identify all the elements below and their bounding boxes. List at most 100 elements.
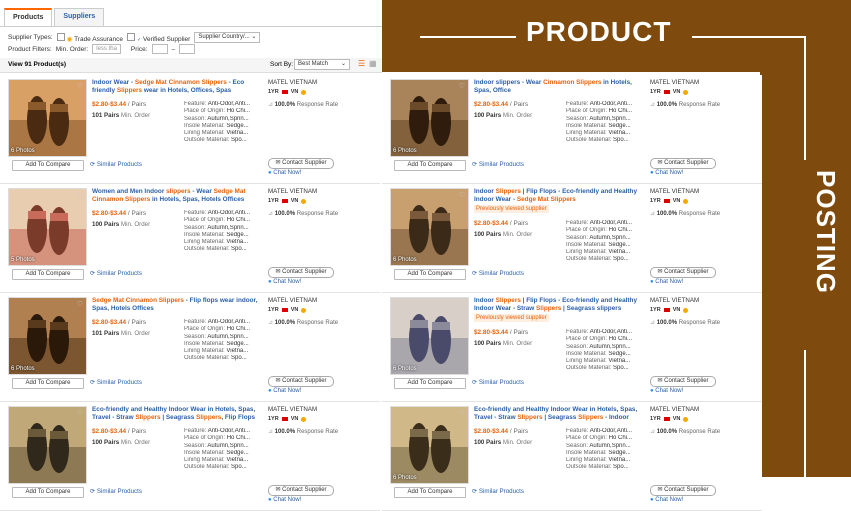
similar-products-link[interactable]: ⟳ Similar Products <box>90 161 142 168</box>
attr-label: Feature: <box>184 428 207 434</box>
years-badge: 1YR <box>268 307 279 313</box>
favorite-icon[interactable]: ♡ <box>77 82 83 90</box>
contact-supplier-label: Contact Supplier <box>664 378 709 384</box>
supplier-meta: 1YR VN <box>268 307 378 313</box>
supplier-name[interactable]: MATEL VIETNAM <box>268 79 378 86</box>
similar-products-link[interactable]: ⟳ Similar Products <box>90 379 142 386</box>
contact-supplier-button[interactable]: ✉ Contact Supplier <box>268 267 334 278</box>
chat-now-link[interactable]: ● Chat Now! <box>650 388 683 394</box>
favorite-icon[interactable]: ♡ <box>459 82 465 90</box>
similar-products-link[interactable]: ⟳ Similar Products <box>472 488 524 495</box>
supplier-name[interactable]: MATEL VIETNAM <box>268 188 378 195</box>
chat-now-link[interactable]: ● Chat Now! <box>268 279 301 285</box>
product-title[interactable]: Sedge Mat Cinnamon Slippers - Flip flops… <box>92 297 262 313</box>
attr-value: Anti-Odor,Anti... <box>589 329 633 335</box>
add-to-compare-button[interactable]: Add To Compare <box>12 378 84 389</box>
response-rate: ⊿ 100.0% Response Rate <box>650 319 760 326</box>
contact-supplier-button[interactable]: ✉ Contact Supplier <box>268 158 334 169</box>
similar-products-link[interactable]: ⟳ Similar Products <box>472 270 524 277</box>
chat-now-link[interactable]: ● Chat Now! <box>268 388 301 394</box>
attr-label: Feature: <box>566 428 589 434</box>
price-min-input[interactable] <box>151 44 168 54</box>
product-image[interactable]: 6 Photos ♡ <box>390 297 469 375</box>
price-value: $2.80-$3.44 <box>92 428 127 435</box>
product-title[interactable]: Eco-friendly and Healthy Indoor Wear in … <box>474 406 644 422</box>
product-image[interactable]: ♡ <box>8 406 87 484</box>
tab-products[interactable]: Products <box>4 8 53 26</box>
add-to-compare-button[interactable]: Add To Compare <box>12 487 84 498</box>
add-to-compare-button[interactable]: Add To Compare <box>12 160 84 171</box>
response-rate: ⊿ 100.0% Response Rate <box>268 319 378 326</box>
response-rate: ⊿ 100.0% Response Rate <box>268 428 378 435</box>
supplier-name[interactable]: MATEL VIETNAM <box>268 297 378 304</box>
contact-supplier-button[interactable]: ✉ Contact Supplier <box>268 485 334 496</box>
add-to-compare-button[interactable]: Add To Compare <box>394 269 466 280</box>
favorite-icon[interactable]: ♡ <box>77 409 83 417</box>
product-image[interactable]: 6 Photos ♡ <box>390 188 469 266</box>
favorite-icon[interactable]: ♡ <box>77 191 83 199</box>
product-title[interactable]: Indoor Wear - Sedge Mat Cinnamon Slipper… <box>92 79 262 95</box>
chat-now-link[interactable]: ● Chat Now! <box>650 170 683 176</box>
add-to-compare-button[interactable]: Add To Compare <box>394 160 466 171</box>
favorite-icon[interactable]: ♡ <box>459 300 465 308</box>
add-to-compare-button[interactable]: Add To Compare <box>12 269 84 280</box>
contact-supplier-button[interactable]: ✉ Contact Supplier <box>650 158 716 169</box>
similar-products-link[interactable]: ⟳ Similar Products <box>90 270 142 277</box>
favorite-icon[interactable]: ♡ <box>77 300 83 308</box>
chat-now-link[interactable]: ● Chat Now! <box>268 497 301 503</box>
chat-now-link[interactable]: ● Chat Now! <box>650 497 683 503</box>
mail-icon: ✉ <box>275 378 281 384</box>
min-order-input[interactable]: less tha <box>92 44 121 54</box>
similar-products-link[interactable]: ⟳ Similar Products <box>472 379 524 386</box>
contact-supplier-button[interactable]: ✉ Contact Supplier <box>268 376 334 387</box>
supplier-name[interactable]: MATEL VIETNAM <box>650 79 760 86</box>
trade-assurance-checkbox[interactable]: ◉ Trade Assurance <box>56 32 123 43</box>
supplier-name[interactable]: MATEL VIETNAM <box>650 406 760 413</box>
trade-assurance-icon <box>683 198 689 204</box>
chat-icon: ● <box>268 170 272 176</box>
supplier-meta: 1YR VN <box>650 89 760 95</box>
chat-now-link[interactable]: ● Chat Now! <box>268 170 301 176</box>
attr-value: Autumn,Sprin... <box>589 442 631 449</box>
product-image[interactable]: 6 Photos ♡ <box>390 79 469 157</box>
product-image[interactable]: 6 Photos ♡ <box>390 406 469 484</box>
product-title[interactable]: Indoor slippers - Wear Cinnamon Slippers… <box>474 79 644 95</box>
product-image[interactable]: 6 Photos ♡ <box>8 79 87 157</box>
favorite-icon[interactable]: ♡ <box>459 191 465 199</box>
supplier-name[interactable]: MATEL VIETNAM <box>268 406 378 413</box>
chat-now-label: Chat Now! <box>273 497 302 503</box>
years-badge: 1YR <box>268 416 279 422</box>
price-value: $2.80-$3.44 <box>92 319 127 326</box>
supplier-country-select[interactable]: Supplier Country/... ⌄ <box>194 32 261 43</box>
sort-by-select[interactable]: Best Match ⌄ <box>294 59 350 70</box>
attr-label: Outsole Material: <box>184 246 230 253</box>
similar-products-label: Similar Products <box>478 379 524 386</box>
favorite-icon[interactable]: ♡ <box>459 409 465 417</box>
chat-icon: ● <box>650 497 654 503</box>
verified-checkbox[interactable]: ✓ Verified Supplier <box>126 32 190 43</box>
contact-supplier-button[interactable]: ✉ Contact Supplier <box>650 376 716 387</box>
contact-supplier-label: Contact Supplier <box>664 269 709 275</box>
similar-products-link[interactable]: ⟳ Similar Products <box>90 488 142 495</box>
price-value: $2.80-$3.44 <box>474 428 509 435</box>
chat-now-link[interactable]: ● Chat Now! <box>650 279 683 285</box>
supplier-name[interactable]: MATEL VIETNAM <box>650 297 760 304</box>
price-max-input[interactable] <box>179 44 196 54</box>
product-title[interactable]: Eco-friendly and Healthy Indoor Wear in … <box>92 406 262 422</box>
attr-label: Place of Origin: <box>566 108 608 115</box>
product-title[interactable]: Women and Men Indoor slippers - Wear Sed… <box>92 188 262 204</box>
contact-supplier-button[interactable]: ✉ Contact Supplier <box>650 267 716 278</box>
product-image[interactable]: 5 Photos ♡ <box>8 188 87 266</box>
supplier-name[interactable]: MATEL VIETNAM <box>650 188 760 195</box>
product-title[interactable]: Indoor Slippers | Flip Flops - Eco-frien… <box>474 188 644 213</box>
flag-icon <box>663 417 670 421</box>
grid-view-icon[interactable]: ▦ <box>369 60 377 68</box>
add-to-compare-button[interactable]: Add To Compare <box>394 378 466 389</box>
tab-suppliers[interactable]: Suppliers <box>54 8 105 26</box>
product-title[interactable]: Indoor Slippers | Flip Flops - Eco-frien… <box>474 297 644 322</box>
contact-supplier-button[interactable]: ✉ Contact Supplier <box>650 485 716 496</box>
list-view-icon[interactable]: ☰ <box>358 60 365 68</box>
product-image[interactable]: 6 Photos ♡ <box>8 297 87 375</box>
add-to-compare-button[interactable]: Add To Compare <box>394 487 466 498</box>
similar-products-link[interactable]: ⟳ Similar Products <box>472 161 524 168</box>
